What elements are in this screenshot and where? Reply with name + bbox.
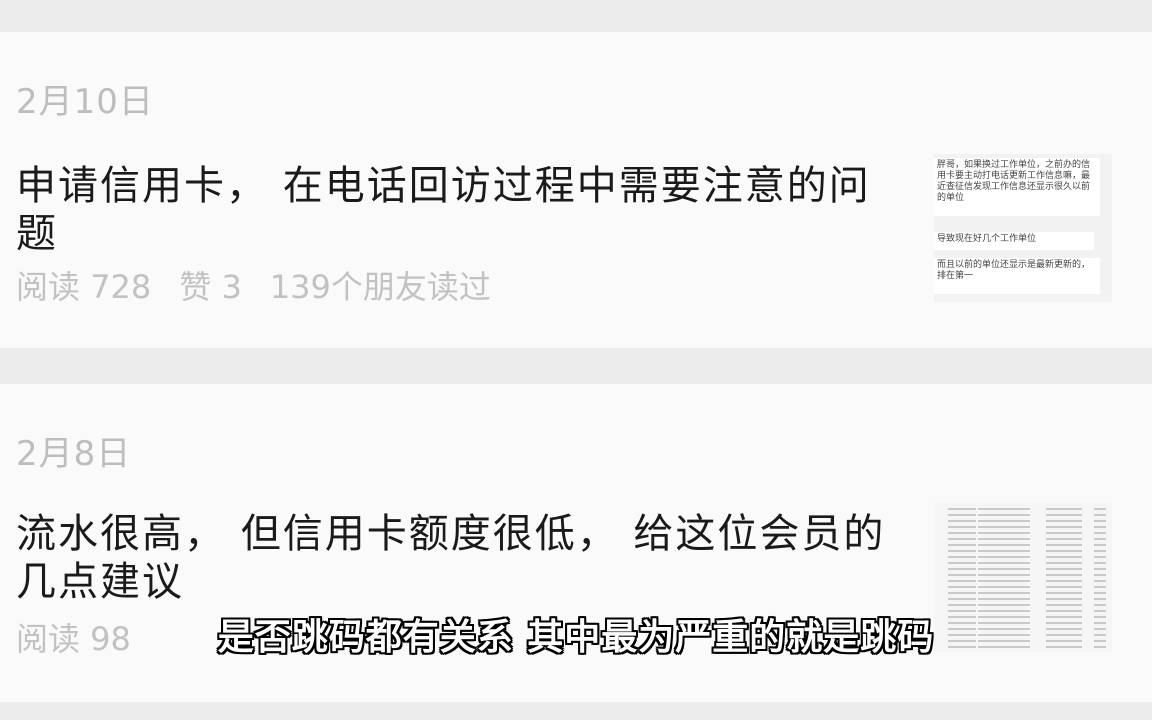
document-line [978,574,1030,576]
document-line [1094,520,1106,522]
document-line [948,538,976,540]
document-line [978,562,1030,564]
document-line [1094,526,1106,528]
article-date: 2月8日 [16,434,132,474]
document-line [1046,598,1082,600]
document-line [1046,604,1082,606]
document-line [1046,592,1082,594]
document-line [1094,604,1106,606]
document-line [948,520,976,522]
document-line [978,604,1030,606]
document-line [978,508,1030,510]
document-line [1094,538,1106,540]
document-line [1094,508,1106,510]
document-line [1046,514,1082,516]
document-line [1046,544,1082,546]
like-count: 赞 3 [179,268,242,306]
document-line [978,526,1030,528]
document-line [1094,586,1106,588]
document-line [1094,592,1106,594]
document-line [978,598,1030,600]
document-line [1046,508,1082,510]
document-line [1094,550,1106,552]
document-line [948,604,976,606]
document-line [1094,580,1106,582]
document-line [978,538,1030,540]
document-line [1046,574,1082,576]
document-line [978,520,1030,522]
document-line [1046,568,1082,570]
document-line [1094,514,1106,516]
document-line [978,556,1030,558]
document-line [948,550,976,552]
document-line [978,568,1030,570]
document-line [978,532,1030,534]
chat-message: 导致现在好几个工作单位 [934,232,1094,250]
document-line [948,580,976,582]
document-line [1094,574,1106,576]
document-line [1094,562,1106,564]
chat-message: 而且以前的单位还显示是最新更新的，排在第一 [934,258,1100,294]
document-line [1094,568,1106,570]
document-line [978,586,1030,588]
chat-message: 胖哥，如果换过工作单位，之前办的信用卡要主动打电话更新工作信息嘛，最近查征信发现… [934,158,1100,216]
document-line [948,568,976,570]
document-line [1046,538,1082,540]
article-card[interactable]: 2月10日 申请信用卡， 在电话回访过程中需要注意的问题 阅读 728 赞 3 13… [0,32,1152,348]
document-line [948,562,976,564]
document-line [978,514,1030,516]
document-line [1094,598,1106,600]
document-line [1046,586,1082,588]
document-line [948,532,976,534]
document-line [1046,526,1082,528]
document-line [948,598,976,600]
document-line [1094,556,1106,558]
video-subtitle: 是否跳码都有关系 其中最为严重的就是跳码 [217,617,935,658]
document-line [1046,562,1082,564]
document-line [978,544,1030,546]
document-line [1094,532,1106,534]
document-line [978,580,1030,582]
document-line [978,592,1030,594]
document-line [1046,532,1082,534]
article-thumbnail[interactable]: 胖哥，如果换过工作单位，之前办的信用卡要主动打电话更新工作信息嘛，最近查征信发现… [934,154,1112,302]
document-line [1094,544,1106,546]
article-title[interactable]: 申请信用卡， 在电话回访过程中需要注意的问题 [16,162,896,258]
document-line [948,574,976,576]
document-line [948,514,976,516]
document-line [1046,520,1082,522]
document-line [1046,580,1082,582]
article-meta: 阅读 728 赞 3 139个朋友读过 [16,262,519,308]
document-line [948,526,976,528]
document-line [948,556,976,558]
document-line [948,586,976,588]
read-count: 阅读 728 [16,268,152,306]
article-date: 2月10日 [16,82,154,122]
document-line [978,550,1030,552]
document-line [1046,556,1082,558]
document-line [1046,550,1082,552]
document-line [948,508,976,510]
document-line [948,544,976,546]
article-title[interactable]: 流水很高， 但信用卡额度很低， 给这位会员的几点建议 [16,510,896,606]
friends-read: 139个朋友读过 [269,268,491,306]
document-line [948,592,976,594]
